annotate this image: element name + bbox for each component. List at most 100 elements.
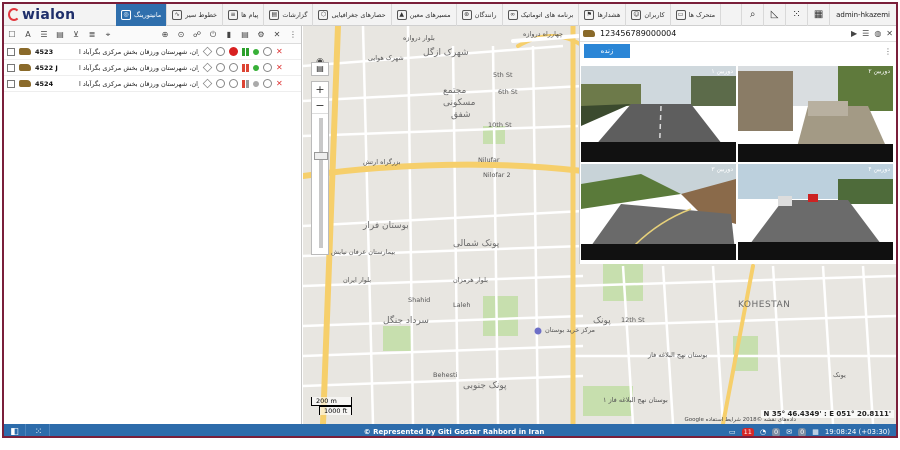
sort-az-icon[interactable]: A: [23, 30, 33, 40]
messages-count[interactable]: 0: [798, 427, 807, 436]
camera-feed-4[interactable]: دوربین ۴: [738, 164, 893, 260]
channel-label: دوربین ۳: [711, 166, 733, 173]
tab-reports[interactable]: ▤ گزارشات: [264, 4, 314, 26]
map-label: بلوار هرمزان: [453, 276, 488, 284]
group-icon[interactable]: ▤: [55, 30, 65, 40]
select-all-checkbox[interactable]: ☐: [7, 30, 17, 40]
close-icon[interactable]: ✕: [886, 29, 893, 38]
all-units-icon[interactable]: ≣: [87, 30, 97, 40]
signal-bars-icon: [242, 79, 249, 88]
map-label: 10th St: [488, 121, 512, 129]
zoom-slider[interactable]: [312, 114, 328, 254]
more-options-icon[interactable]: ⋮: [884, 47, 892, 56]
unit-list-toolbar: ☐ A ☰ ▤ ⊻ ≣ ⌖ ⊕ ⊙ ☍ ⏻ ▮ ▤ ⚙ ✕ ⋮: [4, 26, 301, 44]
list-icon[interactable]: ☰: [862, 29, 869, 38]
more-options-icon[interactable]: ⋮: [288, 30, 298, 40]
unit-name[interactable]: 4523: [35, 48, 75, 56]
map-label: شفق: [451, 110, 471, 120]
events-icon[interactable]: ◔: [760, 428, 766, 436]
messages-icon[interactable]: ✉: [786, 428, 792, 436]
user-menu[interactable]: admin-hkazemi: [829, 4, 896, 26]
wialon-logo[interactable]: wialon: [4, 4, 116, 26]
map-label: Nilofar 2: [483, 171, 511, 179]
globe-icon[interactable]: ◍: [874, 29, 881, 38]
events-count[interactable]: 0: [772, 427, 781, 436]
tab-monitoring[interactable]: ◎ مانیتورینگ: [116, 4, 168, 26]
unit-checkbox[interactable]: [7, 47, 15, 56]
remove-unit-icon[interactable]: ✕: [276, 63, 284, 72]
status-bar: ◧ ⁙ © Represented by Giti Gostar Rahbord…: [4, 424, 896, 436]
tab-drivers[interactable]: ⊛ رانندگان: [457, 4, 503, 26]
battery-icon[interactable]: ▮: [224, 30, 234, 40]
list-icon[interactable]: ☰: [39, 30, 49, 40]
map-label: مجتمع: [443, 86, 467, 96]
ignition-icon: [229, 63, 238, 72]
unit-row[interactable]: 4524 ایران، تهران، شهرستان ورزقان بخش مر…: [4, 76, 301, 92]
live-button[interactable]: زنده: [584, 44, 630, 58]
filter-icon[interactable]: ⊻: [71, 30, 81, 40]
locate-icon[interactable]: [202, 78, 213, 89]
apps-grid-icon[interactable]: ⁙: [785, 4, 807, 26]
measure-icon[interactable]: ◺: [763, 4, 785, 26]
power-icon[interactable]: ⏻: [208, 30, 218, 40]
map-label: شهرک هوایی: [368, 54, 404, 62]
zoom-slider-handle[interactable]: [314, 152, 328, 160]
commands-icon[interactable]: ▤: [240, 30, 250, 40]
tab-notifications[interactable]: ⚑ هشدارها: [579, 4, 627, 26]
locate-icon[interactable]: [202, 62, 213, 73]
signal-bars-icon: [242, 63, 249, 72]
command-icon[interactable]: [263, 79, 272, 88]
tab-messages[interactable]: ≡ پیام ها: [223, 4, 265, 26]
tab-jobs[interactable]: ∞ برنامه های اتوماتیک: [503, 4, 580, 26]
crosshair-icon[interactable]: ⊕: [160, 30, 170, 40]
locate-icon[interactable]: [202, 46, 213, 57]
apps-grid-icon[interactable]: ⁙: [28, 424, 50, 436]
signal-bars-icon: [242, 47, 249, 56]
notifications-count[interactable]: 11: [741, 427, 754, 436]
status-bar-right: ▭ 11 ◔ 0 ✉ 0 ▦ 19:08:24 (+03:30): [729, 424, 896, 436]
location-pin-icon[interactable]: ⌖: [103, 30, 113, 40]
unit-name[interactable]: 4522 J: [35, 64, 75, 72]
tab-users[interactable]: ☺ کاربران: [626, 4, 671, 26]
dashboard-icon[interactable]: ▦: [807, 4, 829, 26]
jobs-icon: ∞: [507, 9, 518, 20]
command-icon[interactable]: [263, 63, 272, 72]
sensor-icon[interactable]: ⊙: [176, 30, 186, 40]
tab-units[interactable]: ▭ متحرک ها: [671, 4, 722, 26]
ignition-off-icon: [229, 47, 238, 56]
map-label: پونک: [593, 316, 611, 326]
tab-geofences[interactable]: ⬡ حصارهای جغرافیایی: [313, 4, 392, 26]
unit-row[interactable]: 4522 J ایران، تهران، شهرستان ورزقان بخش …: [4, 60, 301, 76]
connection-icon[interactable]: ☍: [192, 30, 202, 40]
unit-row[interactable]: 4523 ایران، تهران، شهرستان ورزقان بخش مر…: [4, 44, 301, 60]
camera-feed-3[interactable]: دوربین ۳: [581, 164, 736, 260]
map-label: 12th St: [621, 316, 645, 324]
toggle-panel-icon[interactable]: ◧: [4, 424, 26, 436]
tab-routes[interactable]: ▲ مسیرهای معین: [392, 4, 457, 26]
notifications-icon[interactable]: ▭: [729, 428, 736, 436]
settings-icon[interactable]: ⚙: [256, 30, 266, 40]
calendar-icon[interactable]: ▦: [812, 428, 819, 436]
unit-name[interactable]: 4524: [35, 80, 75, 88]
delete-all-icon[interactable]: ✕: [272, 30, 282, 40]
camera-icon[interactable]: ▶: [851, 29, 857, 38]
sensor-state-icon[interactable]: [216, 47, 225, 56]
zoom-in-button[interactable]: +: [312, 82, 328, 98]
vehicle-icon: [19, 48, 31, 55]
routes-icon: ▲: [396, 9, 407, 20]
zoom-out-button[interactable]: −: [312, 98, 328, 114]
search-icon[interactable]: ⌕: [741, 4, 763, 26]
sensor-state-icon[interactable]: [216, 79, 225, 88]
remove-unit-icon[interactable]: ✕: [276, 79, 284, 88]
sensor-state-icon[interactable]: [216, 63, 225, 72]
map-label: بلوار ایران: [343, 276, 372, 284]
command-icon[interactable]: [263, 47, 272, 56]
tab-tracks[interactable]: ∿ خطوط سیر: [167, 4, 224, 26]
remove-unit-icon[interactable]: ✕: [276, 47, 284, 56]
vehicle-icon: [19, 64, 31, 71]
map-layers-icon[interactable]: ▤: [311, 62, 329, 76]
unit-checkbox[interactable]: [7, 79, 15, 88]
camera-feed-2[interactable]: دوربین ۲: [738, 66, 893, 162]
unit-checkbox[interactable]: [7, 63, 15, 72]
camera-feed-1[interactable]: دوربین ۱: [581, 66, 736, 162]
